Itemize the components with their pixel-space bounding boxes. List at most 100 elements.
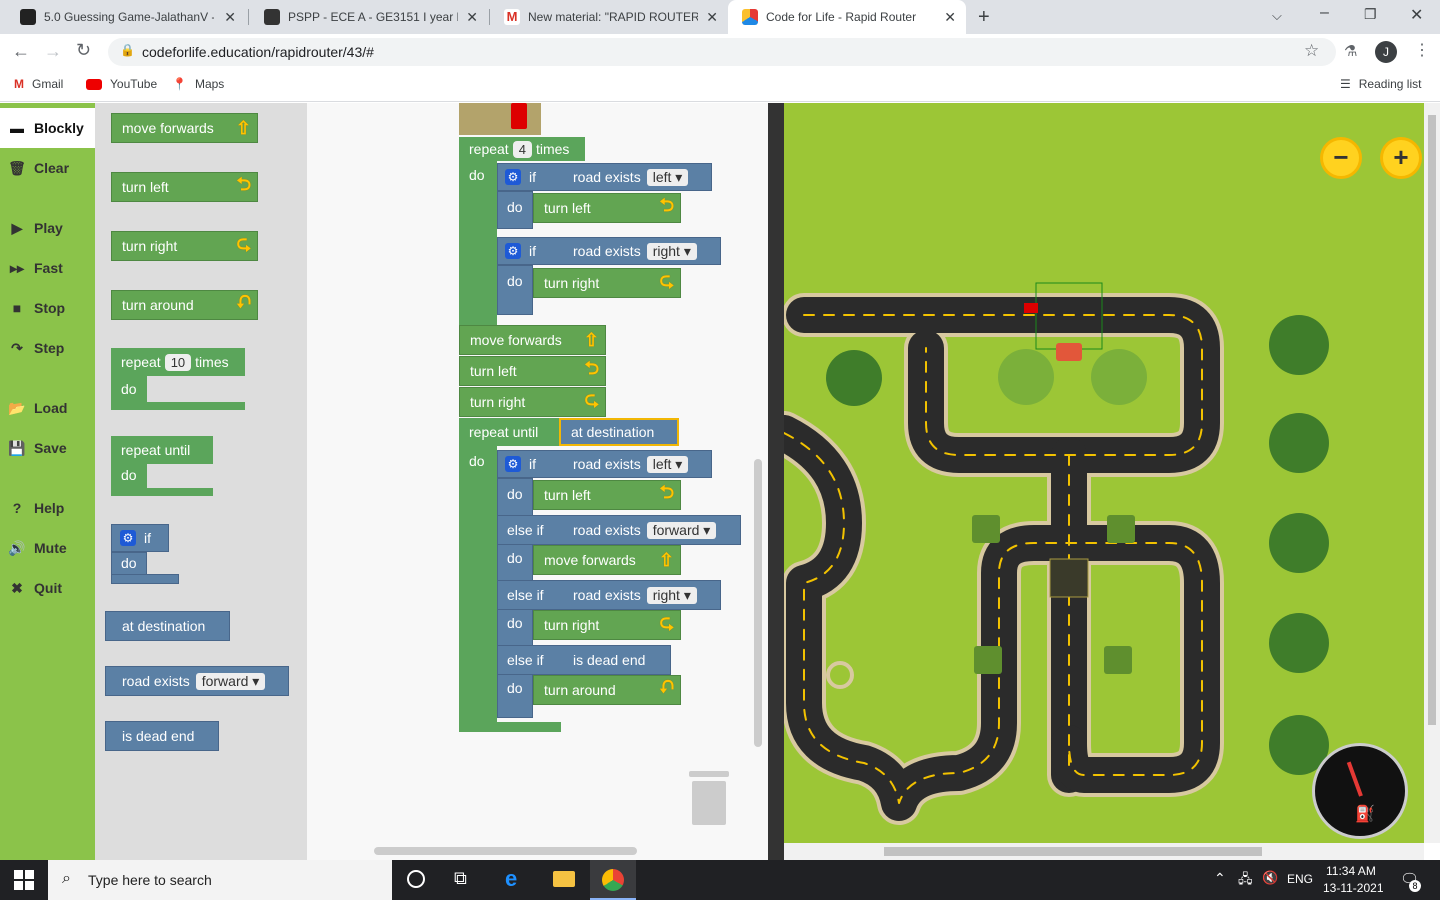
menu-dots-icon[interactable]: ⋮ — [1414, 40, 1430, 60]
turn-right-block[interactable]: turn right ⮎ — [533, 610, 681, 640]
clock-time[interactable]: 11:34 AM — [1326, 864, 1376, 878]
turn-right-block[interactable]: turn right ⮎ — [459, 387, 606, 417]
direction-dropdown[interactable]: right ▾ — [646, 586, 697, 604]
edge-icon[interactable]: e — [505, 866, 517, 892]
repeat-count-field[interactable]: 4 — [512, 140, 532, 158]
toolbox-if-block[interactable]: ⚙ if do — [111, 524, 179, 584]
bookmark-gmail[interactable]: M Gmail — [14, 77, 63, 91]
block-label: repeat — [121, 354, 161, 370]
reading-list-button[interactable]: ☰ Reading list — [1340, 77, 1421, 91]
close-icon[interactable]: ✕ — [224, 9, 236, 26]
block-label: move forwards — [122, 120, 214, 136]
gear-icon[interactable]: ⚙ — [505, 243, 521, 259]
tab-rapid-router[interactable]: Code for Life - Rapid Router ✕ — [728, 0, 966, 34]
turn-right-block[interactable]: turn right ⮎ — [533, 268, 681, 298]
clock-date[interactable]: 13-11-2021 — [1323, 881, 1384, 895]
menu-play[interactable]: ▶ Play — [0, 208, 95, 248]
block-label: at destination — [571, 424, 655, 440]
zoom-out-button[interactable]: − — [1320, 137, 1362, 179]
direction-dropdown[interactable]: forward ▾ — [646, 521, 717, 539]
windows-start-icon[interactable] — [14, 870, 34, 890]
language-indicator[interactable]: ENG — [1287, 872, 1313, 886]
menu-quit[interactable]: ✖ Quit — [0, 568, 95, 608]
direction-dropdown[interactable]: left ▾ — [646, 455, 689, 473]
bookmark-youtube[interactable]: YouTube — [86, 77, 157, 91]
maximize-icon[interactable]: ❐ — [1364, 6, 1377, 23]
workspace-vscroll[interactable] — [754, 459, 762, 747]
extensions-icon[interactable]: ⚗ — [1344, 42, 1357, 60]
game-hscroll[interactable] — [784, 843, 1424, 860]
new-tab-icon[interactable]: + — [978, 6, 990, 29]
menu-clear[interactable]: 🗑 Clear — [0, 148, 95, 188]
toolbox-road-exists-block[interactable]: road exists forward ▾ — [105, 666, 289, 696]
close-icon[interactable]: ✕ — [706, 9, 718, 26]
move-forwards-block[interactable]: move forwards ⇧ — [533, 545, 681, 575]
profile-avatar[interactable]: J — [1375, 41, 1397, 63]
game-menu: ▬ Blockly 🗑 Clear ▶ Play ▸▸ Fast ■ Stop ↷ Step… — [0, 103, 95, 860]
bookmark-maps[interactable]: 📍 Maps — [172, 77, 224, 91]
taskbar-search-box[interactable]: ⌕ Type here to search — [48, 860, 392, 900]
close-icon[interactable]: ✕ — [944, 9, 956, 26]
turn-around-block[interactable]: turn around ⮏ — [533, 675, 681, 705]
reload-icon[interactable]: ↻ — [76, 40, 91, 61]
direction-dropdown[interactable]: forward ▾ — [195, 672, 266, 690]
tab-pspp[interactable]: PSPP - ECE A - GE3151 I year ECE ✕ — [250, 0, 488, 34]
minimize-icon[interactable]: – — [1320, 4, 1329, 22]
tray-chevron-icon[interactable]: ⌃ — [1214, 870, 1226, 887]
block-label: road exists — [573, 169, 641, 185]
direction-dropdown[interactable]: right ▾ — [646, 242, 697, 260]
panel-divider[interactable] — [768, 103, 784, 860]
tab-guessing-game[interactable]: 5.0 Guessing Game-JalathanV - R ✕ — [6, 0, 246, 34]
workspace-trash-icon[interactable] — [689, 771, 729, 825]
game-vscroll[interactable] — [1424, 103, 1440, 843]
direction-dropdown[interactable]: left ▾ — [646, 168, 689, 186]
menu-stop[interactable]: ■ Stop — [0, 288, 95, 328]
zoom-in-button[interactable]: + — [1380, 137, 1422, 179]
dropdown-value: left — [652, 168, 672, 185]
menu-help[interactable]: ? Help — [0, 488, 95, 528]
back-icon[interactable]: ← — [12, 41, 30, 62]
turn-left-block[interactable]: turn left ⮌ — [533, 480, 681, 510]
toolbox-move-forwards-block[interactable]: move forwards ⇧ — [111, 113, 258, 143]
turn-left-block[interactable]: turn left ⮌ — [533, 193, 681, 223]
window-close-icon[interactable]: ✕ — [1410, 5, 1423, 25]
file-explorer-icon[interactable] — [553, 871, 575, 887]
menu-fast[interactable]: ▸▸ Fast — [0, 248, 95, 288]
gear-icon[interactable]: ⚙ — [505, 169, 521, 185]
blockly-workspace[interactable]: repeat 4 times do ⚙ if road exists left ▾ do… — [307, 103, 768, 860]
menu-blockly[interactable]: ▬ Blockly — [0, 108, 95, 148]
toolbox-turn-right-block[interactable]: turn right ⮎ — [111, 231, 258, 261]
cortana-icon[interactable] — [407, 870, 425, 888]
toolbox-at-destination-block[interactable]: at destination — [105, 611, 230, 641]
menu-step[interactable]: ↷ Step — [0, 328, 95, 368]
network-icon[interactable]: 🖧 — [1238, 870, 1253, 892]
close-icon[interactable]: ✕ — [466, 9, 478, 26]
bookmark-star-icon[interactable]: ☆ — [1304, 41, 1319, 61]
forward-icon[interactable]: → — [44, 41, 62, 62]
address-bar[interactable]: 🔒 codeforlife.education/rapidrouter/43/#… — [108, 38, 1336, 66]
at-destination-block[interactable]: at destination — [559, 418, 679, 446]
gear-icon[interactable]: ⚙ — [505, 456, 521, 472]
chrome-taskbar-button[interactable] — [590, 860, 636, 900]
turn-left-block[interactable]: turn left ⮌ — [459, 356, 606, 386]
workspace-hscroll[interactable] — [374, 847, 637, 855]
gmail-icon: M — [14, 77, 24, 91]
repeat-count-field[interactable]: 10 — [164, 353, 192, 371]
menu-label: Blockly — [34, 120, 84, 136]
toolbox-turn-around-block[interactable]: turn around ⮏ — [111, 290, 258, 320]
toolbox-turn-left-block[interactable]: turn left ⮌ — [111, 172, 258, 202]
tab-gmail[interactable]: M New material: "RAPID ROUTER LE ✕ — [490, 0, 728, 34]
volume-muted-icon[interactable]: 🔇 — [1262, 870, 1278, 886]
toolbox-repeat-until-block[interactable]: repeat until do — [111, 436, 213, 496]
move-forwards-block[interactable]: move forwards ⇧ — [459, 325, 606, 355]
gear-icon[interactable]: ⚙ — [120, 530, 136, 546]
task-view-icon[interactable]: ⧉ — [454, 868, 467, 889]
menu-mute[interactable]: 🔊 Mute — [0, 528, 95, 568]
block-label: else if — [507, 587, 544, 603]
tab-search-icon[interactable]: ⌵ — [1272, 8, 1282, 24]
menu-save[interactable]: 💾 Save — [0, 428, 95, 468]
start-block[interactable] — [459, 103, 541, 135]
menu-load[interactable]: 📂 Load — [0, 388, 95, 428]
toolbox-is-dead-end-block[interactable]: is dead end — [105, 721, 219, 751]
toolbox-repeat-block[interactable]: repeat 10 times do — [111, 348, 245, 410]
